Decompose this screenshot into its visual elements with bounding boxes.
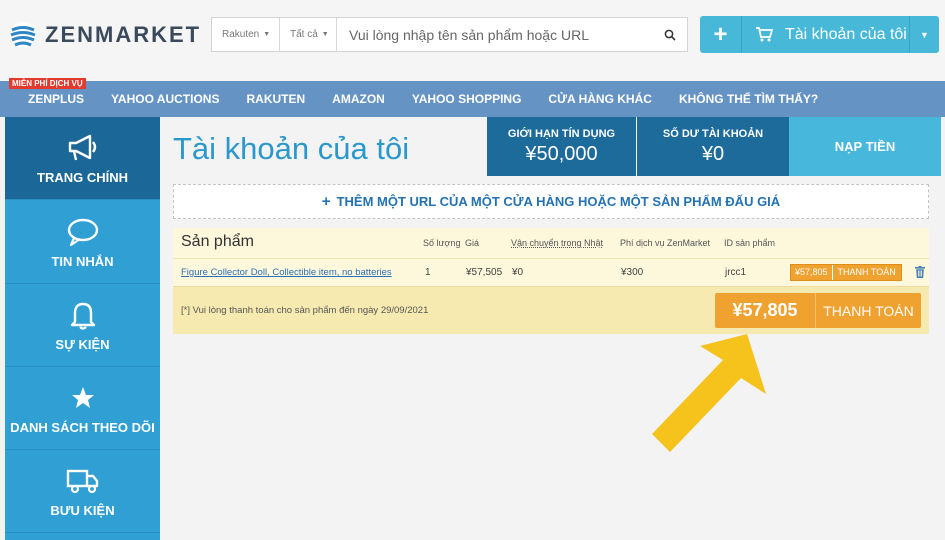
top-up-label: NẠP TIỀN bbox=[834, 139, 896, 154]
add-url-button[interactable]: + THÊM MỘT URL CỦA MỘT CỬA HÀNG HOẶC MỘT… bbox=[173, 184, 929, 219]
credit-limit-box: GIỚI HẠN TÍN DỤNG ¥50,000 bbox=[487, 117, 636, 176]
page-title: Tài khoản của tôi bbox=[173, 131, 410, 166]
cart-panel: Sản phẩm Số lượng Giá Vận chuyển trong N… bbox=[173, 228, 929, 334]
sidebar-item-label: TIN NHẮN bbox=[51, 253, 114, 269]
account-button[interactable]: Tài khoản của tôi bbox=[742, 16, 909, 53]
cart-title: Sản phẩm bbox=[181, 233, 254, 250]
nav-item-amazon[interactable]: AMAZON bbox=[319, 81, 399, 117]
row-pay-label: THANH TOÁN bbox=[831, 265, 901, 280]
free-service-badge: MIỄN PHÍ DỊCH VỤ bbox=[9, 78, 86, 89]
nav-item-label: ZENPLUS bbox=[28, 92, 85, 106]
store-select-value: Rakuten bbox=[222, 29, 260, 40]
search-input[interactable] bbox=[337, 18, 653, 51]
sidebar-item-label: BƯU KIỆN bbox=[50, 502, 115, 518]
chevron-down-icon: ▼ bbox=[263, 31, 271, 38]
product-name-link[interactable]: Figure Collector Doll, Collectible item,… bbox=[181, 267, 392, 278]
column-service-fee: Phí dịch vụ ZenMarket bbox=[620, 238, 711, 248]
product-price: ¥57,505 bbox=[466, 267, 503, 278]
category-select-value: Tất cả bbox=[290, 29, 318, 40]
sidebar-item-home[interactable]: TRANG CHÍNH bbox=[5, 117, 160, 200]
search-bar: Rakuten ▼ Tất cả ▼ bbox=[211, 17, 688, 52]
row-pay-amount: ¥57,805 bbox=[791, 265, 832, 280]
category-select[interactable]: Tất cả ▼ bbox=[280, 18, 337, 51]
cart-footer: [*] Vui lòng thanh toán cho sản phẩm đến… bbox=[173, 286, 929, 334]
top-up-button[interactable]: NẠP TIỀN bbox=[789, 117, 941, 176]
pay-total-label: THANH TOÁN bbox=[815, 293, 921, 328]
pay-total-amount: ¥57,805 bbox=[715, 293, 815, 328]
chevron-down-icon: ▼ bbox=[321, 31, 329, 38]
nav-item-label: AMAZON bbox=[332, 92, 385, 106]
star-icon bbox=[70, 382, 96, 414]
account-balance-label: SỐ DƯ TÀI KHOẢN bbox=[662, 128, 764, 140]
bell-icon bbox=[66, 299, 100, 331]
nav-item-yahoo-shopping[interactable]: YAHOO SHOPPING bbox=[398, 81, 535, 117]
account-balance-box: SỐ DƯ TÀI KHOẢN ¥0 bbox=[637, 117, 789, 176]
nav-item-yahoo-auctions[interactable]: YAHOO AUCTIONS bbox=[98, 81, 233, 117]
sidebar: TRANG CHÍNH TIN NHẮN SỰ KIỆN DANH SÁCH T… bbox=[5, 117, 160, 540]
sidebar-item-events[interactable]: SỰ KIỆN bbox=[5, 284, 160, 367]
account-dropdown-toggle[interactable]: ▼ bbox=[909, 16, 939, 53]
table-row: Figure Collector Doll, Collectible item,… bbox=[173, 258, 929, 286]
column-qty: Số lượng bbox=[423, 238, 461, 248]
account-balance-value: ¥0 bbox=[701, 143, 725, 165]
nav-item-label: YAHOO AUCTIONS bbox=[111, 92, 220, 106]
nav-item-zenplus[interactable]: MIỄN PHÍ DỊCH VỤ ZENPLUS bbox=[0, 78, 98, 117]
trash-icon[interactable] bbox=[915, 266, 925, 281]
column-product-id: ID sản phẩm bbox=[724, 238, 776, 248]
sidebar-item-messages[interactable]: TIN NHẮN bbox=[5, 201, 160, 284]
product-service-fee: ¥300 bbox=[621, 267, 644, 278]
caret-down-icon: ▼ bbox=[920, 29, 929, 40]
sidebar-item-label: DANH SÁCH THEO DÕI bbox=[10, 419, 155, 435]
logo[interactable]: ZENMARKET bbox=[8, 18, 201, 52]
sidebar-item-label: SỰ KIỆN bbox=[55, 336, 110, 352]
nav-item-label: KHÔNG THỂ TÌM THẤY? bbox=[678, 92, 819, 106]
nav-item-cant-find[interactable]: KHÔNG THỂ TÌM THẤY? bbox=[665, 81, 831, 117]
store-select[interactable]: Rakuten ▼ bbox=[212, 18, 280, 51]
product-qty: 1 bbox=[425, 267, 431, 278]
search-button[interactable] bbox=[653, 18, 687, 51]
add-url-label: THÊM MỘT URL CỦA MỘT CỬA HÀNG HOẶC MỘT S… bbox=[336, 194, 781, 209]
account-button-label: Tài khoản của tôi bbox=[785, 25, 907, 43]
globe-logo-icon bbox=[10, 22, 36, 48]
search-icon bbox=[664, 29, 676, 41]
nav-item-label: CỬA HÀNG KHÁC bbox=[548, 92, 652, 106]
plus-icon: + bbox=[713, 20, 728, 48]
logo-text: ZENMARKET bbox=[45, 22, 202, 47]
plus-icon: + bbox=[321, 193, 331, 210]
truck-icon bbox=[66, 465, 100, 497]
credit-limit-label: GIỚI HẠN TÍN DỤNG bbox=[507, 128, 616, 140]
header: ZENMARKET Rakuten ▼ Tất cả ▼ + bbox=[0, 0, 945, 81]
megaphone-icon bbox=[66, 132, 100, 164]
speech-bubble-icon bbox=[66, 216, 100, 248]
payment-deadline-note: [*] Vui lòng thanh toán cho sản phẩm đến… bbox=[181, 305, 429, 316]
product-id: jrcc1 bbox=[725, 267, 747, 278]
credit-limit-value: ¥50,000 bbox=[525, 143, 598, 165]
product-shipping: ¥0 bbox=[512, 267, 524, 278]
pay-total-button[interactable]: ¥57,805 THANH TOÁN bbox=[715, 293, 921, 328]
main-nav: MIỄN PHÍ DỊCH VỤ ZENPLUS YAHOO AUCTIONS … bbox=[0, 78, 945, 117]
account-button-group: + Tài khoản của tôi ▼ bbox=[700, 16, 939, 53]
sidebar-item-parcels[interactable]: BƯU KIỆN bbox=[5, 450, 160, 533]
nav-item-other-stores[interactable]: CỬA HÀNG KHÁC bbox=[535, 81, 666, 117]
sidebar-item-watchlist[interactable]: DANH SÁCH THEO DÕI bbox=[5, 367, 160, 450]
add-button[interactable]: + bbox=[700, 16, 742, 53]
cart-header: Sản phẩm Số lượng Giá Vận chuyển trong N… bbox=[173, 228, 929, 258]
sidebar-item-label: TRANG CHÍNH bbox=[37, 169, 128, 185]
arrow-pointer-icon bbox=[652, 334, 766, 452]
column-price: Giá bbox=[465, 238, 480, 248]
nav-item-label: RAKUTEN bbox=[246, 92, 306, 106]
row-pay-button[interactable]: ¥57,805 THANH TOÁN bbox=[790, 264, 902, 281]
nav-item-rakuten[interactable]: RAKUTEN bbox=[233, 81, 319, 117]
cart-icon bbox=[756, 27, 773, 42]
column-shipping: Vận chuyển trong Nhật bbox=[511, 238, 604, 248]
nav-item-label: YAHOO SHOPPING bbox=[411, 92, 522, 106]
